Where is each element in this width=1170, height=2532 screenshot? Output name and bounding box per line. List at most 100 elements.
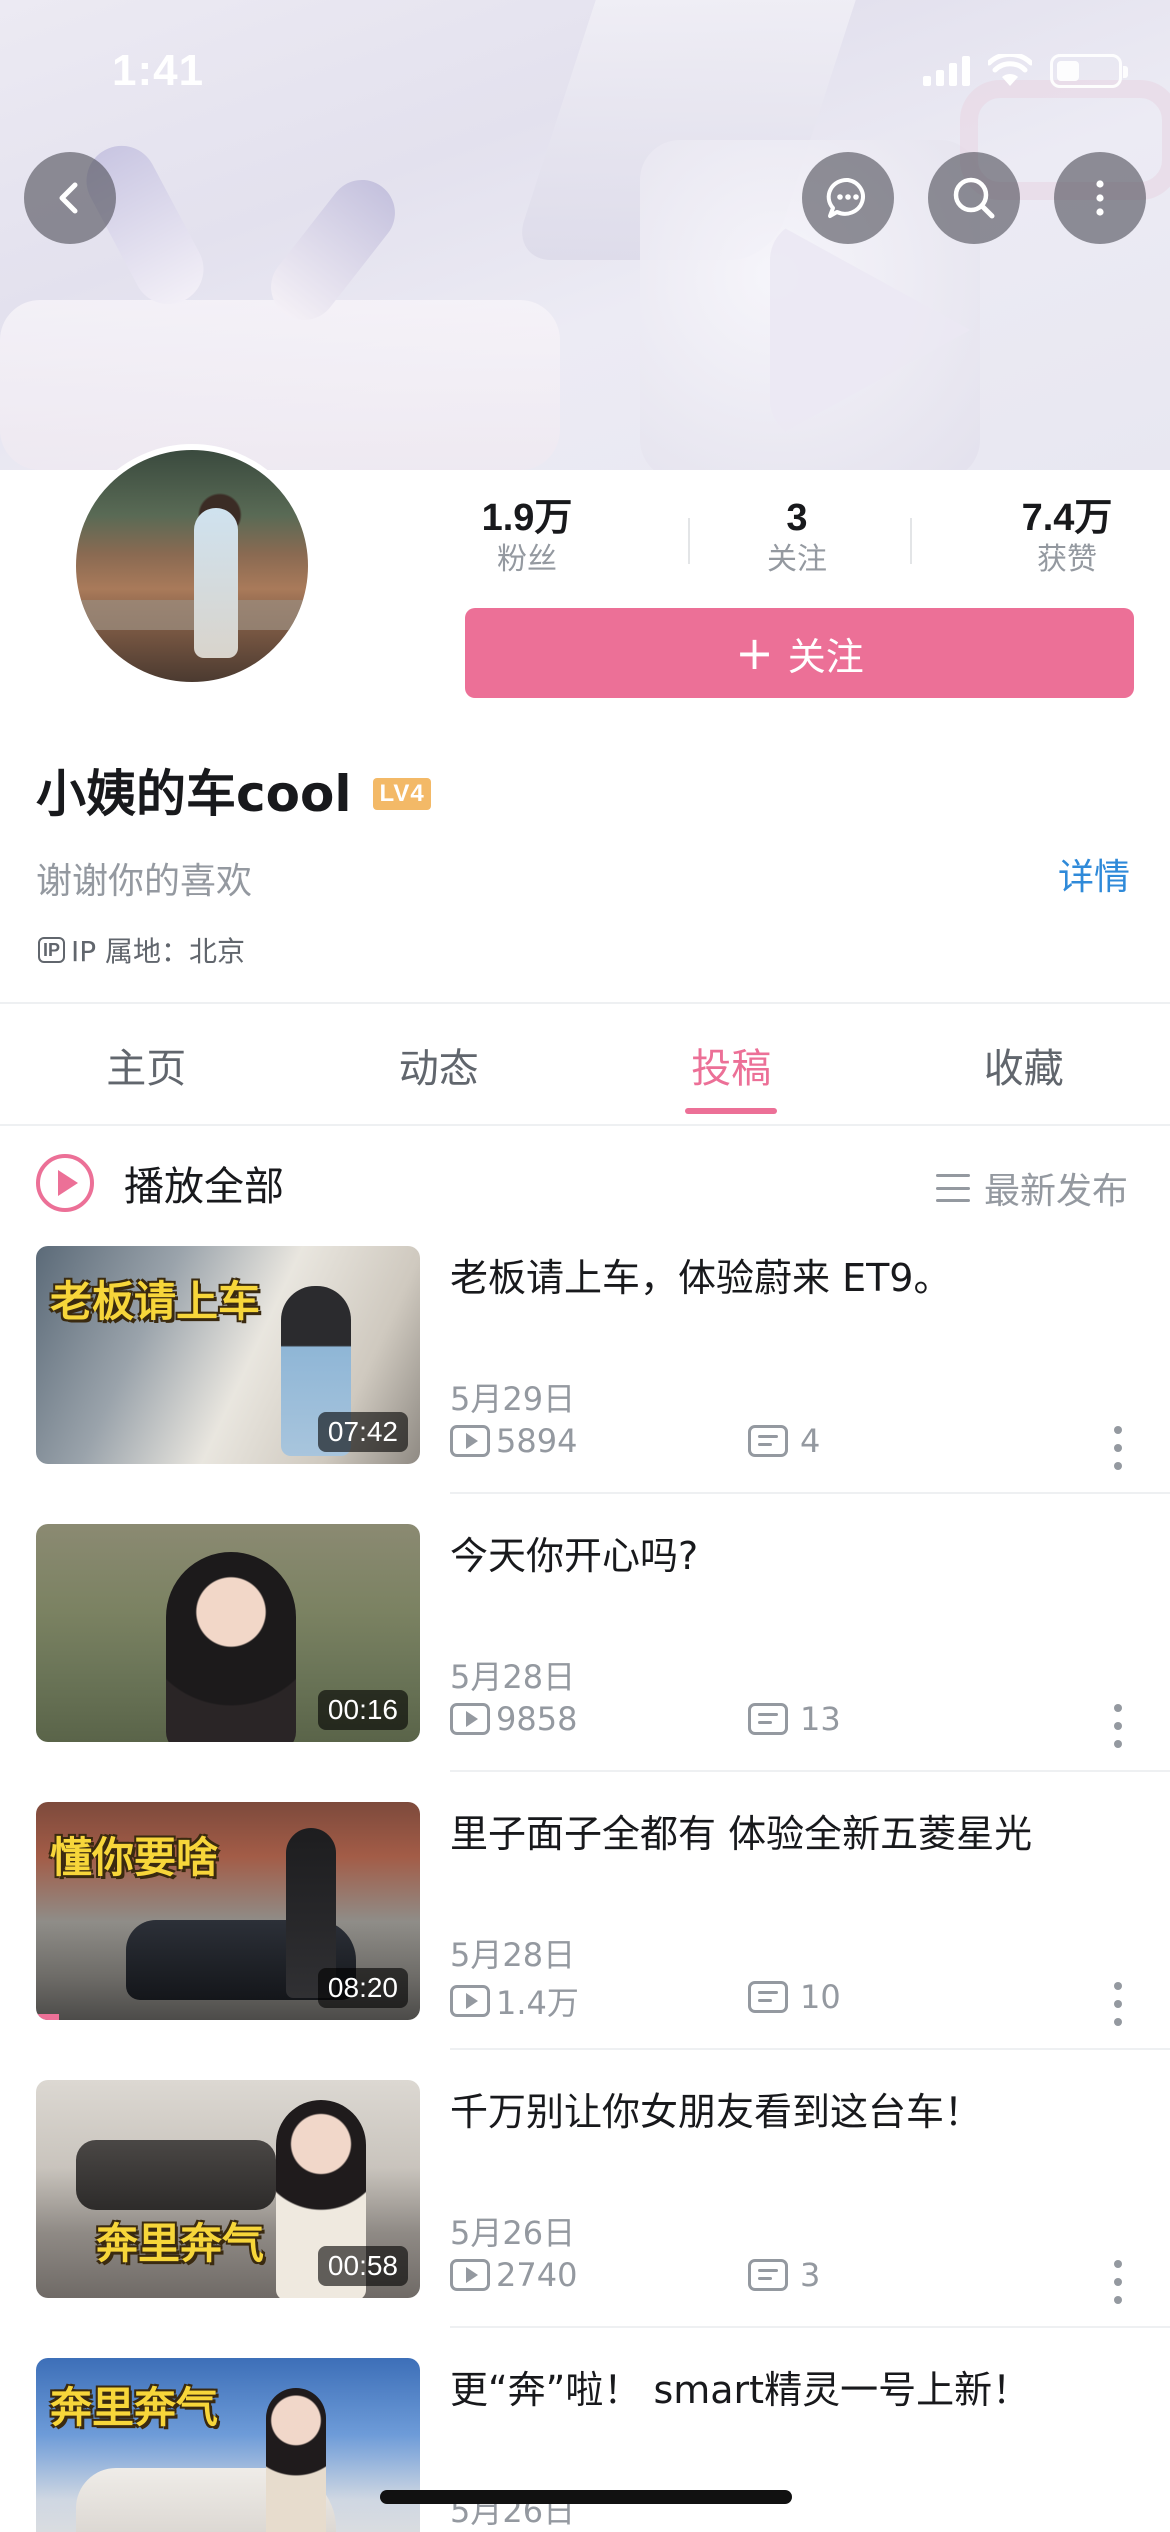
video-date: 5月29日: [450, 1380, 576, 1418]
profile-tabs: 主页 动态 投稿 收藏: [0, 1006, 1170, 1124]
sort-button[interactable]: 最新发布: [935, 1162, 1128, 1214]
following-stat[interactable]: 3 关注: [732, 496, 862, 580]
banner-decoration: [770, 220, 970, 440]
more-button[interactable]: [1054, 152, 1146, 244]
comment-icon: [748, 1703, 788, 1735]
video-thumbnail[interactable]: 奔里奔气 00:58: [36, 2080, 420, 2298]
plus-icon: +: [735, 626, 774, 680]
play-count: 5894: [450, 1422, 577, 1460]
video-title[interactable]: 老板请上车，体验蔚来 ET9。: [450, 1252, 1140, 1304]
comment-count: 10: [748, 1978, 841, 2016]
comment-icon: [748, 1425, 788, 1457]
likes-count: 7.4万: [1021, 497, 1113, 539]
video-item[interactable]: 老板请上车 07:42 老板请上车，体验蔚来 ET9。 5月29日 5894 4: [0, 1246, 1170, 1524]
play-count-value: 2740: [496, 2256, 578, 2294]
search-icon: [953, 177, 995, 219]
video-item[interactable]: 奔里奔气 00:58 千万别让你女朋友看到这台车！ 5月26日 2740 3: [0, 2080, 1170, 2358]
video-thumbnail[interactable]: 懂你要啥 08:20: [36, 1802, 420, 2020]
divider: [0, 1002, 1170, 1004]
avatar[interactable]: [70, 444, 314, 688]
video-item[interactable]: 奔里奔气 更“奔”啦！ smart精灵一号上新！ 5月26日: [0, 2358, 1170, 2532]
video-more-icon[interactable]: [1112, 1982, 1124, 2026]
comment-count-value: 4: [800, 1422, 821, 1460]
tab-favorites[interactable]: 收藏: [878, 1006, 1170, 1124]
video-duration: 00:58: [317, 2246, 408, 2286]
comment-icon: [748, 1981, 788, 2013]
video-thumbnail[interactable]: 老板请上车 07:42: [36, 1246, 420, 1464]
search-button[interactable]: [928, 152, 1020, 244]
followers-count: 1.9万: [481, 497, 573, 539]
play-count-icon: [450, 1985, 490, 2017]
video-title[interactable]: 里子面子全都有 体验全新五菱星光: [450, 1808, 1140, 1860]
play-count: 9858: [450, 1700, 577, 1738]
video-date: 5月28日: [450, 1658, 576, 1696]
signature: 谢谢你的喜欢: [36, 861, 253, 902]
play-count-icon: [450, 1425, 490, 1457]
video-title[interactable]: 更“奔”啦！ smart精灵一号上新！: [450, 2364, 1140, 2416]
video-item[interactable]: 00:16 今天你开心吗? 5月28日 9858 13: [0, 1524, 1170, 1802]
battery-icon: [1050, 54, 1128, 88]
tab-dynamics[interactable]: 动态: [293, 1006, 586, 1124]
play-count: 1.4万: [450, 1978, 579, 2024]
play-count-value: 5894: [496, 1422, 578, 1460]
play-count-icon: [450, 1703, 490, 1735]
video-title[interactable]: 今天你开心吗?: [450, 1530, 1140, 1582]
divider: [450, 1492, 1170, 1494]
thumbnail-caption: 奔里奔气: [96, 2219, 265, 2268]
play-all-button[interactable]: 播放全部: [36, 1154, 284, 1212]
video-duration: 00:16: [317, 1690, 408, 1730]
play-count-value: 9858: [496, 1700, 578, 1738]
play-count: 2740: [450, 2256, 577, 2294]
play-all-label: 播放全部: [124, 1164, 284, 1210]
chat-bubble-icon: [826, 177, 865, 218]
following-count: 3: [786, 497, 808, 539]
ip-location-text: IP 属地：北京: [71, 935, 246, 968]
play-count-icon: [450, 2259, 490, 2291]
likes-stat[interactable]: 7.4万 获赞: [1002, 496, 1132, 580]
username-row: 小姨的车cool LV4: [36, 754, 431, 826]
play-circle-icon: [36, 1154, 94, 1212]
cellular-signal-icon: [923, 56, 970, 86]
vertical-dots-icon: [1096, 180, 1104, 216]
banner-decoration: [0, 300, 560, 470]
follow-button-label: 关注: [787, 634, 864, 679]
video-more-icon[interactable]: [1112, 2260, 1124, 2304]
thumbnail-caption: 老板请上车: [50, 1277, 261, 1326]
ip-icon: IP: [38, 937, 66, 963]
followers-stat[interactable]: 1.9万 粉丝: [462, 496, 592, 580]
stat-divider: [910, 518, 912, 564]
video-duration: 07:42: [317, 1412, 408, 1452]
follow-button[interactable]: + 关注: [465, 608, 1134, 698]
back-button[interactable]: [24, 152, 116, 244]
ip-location: IP IP 属地：北京: [38, 930, 245, 970]
video-more-icon[interactable]: [1112, 1704, 1124, 1748]
divider: [450, 1770, 1170, 1772]
sort-label: 最新发布: [983, 1171, 1128, 1212]
following-label: 关注: [767, 542, 827, 577]
status-time: 1:41: [112, 46, 205, 95]
tab-home[interactable]: 主页: [0, 1006, 293, 1124]
comment-count: 13: [748, 1700, 841, 1738]
video-thumbnail[interactable]: 奔里奔气: [36, 2358, 420, 2532]
profile-banner: 1:41: [0, 0, 1170, 470]
comment-count: 3: [748, 2256, 820, 2294]
play-count-value: 1.4万: [496, 1984, 579, 2022]
comment-count-value: 10: [800, 1978, 841, 2016]
username: 小姨的车cool: [36, 765, 352, 823]
watch-progress: [36, 2014, 60, 2020]
detail-link[interactable]: 详情: [1058, 848, 1130, 900]
tab-submissions[interactable]: 投稿: [585, 1006, 878, 1124]
video-item[interactable]: 懂你要啥 08:20 里子面子全都有 体验全新五菱星光 5月28日 1.4万 1…: [0, 1802, 1170, 2080]
video-more-icon[interactable]: [1112, 1426, 1124, 1470]
chevron-left-icon: [59, 182, 78, 214]
video-thumbnail[interactable]: 00:16: [36, 1524, 420, 1742]
video-title[interactable]: 千万别让你女朋友看到这台车！: [450, 2086, 1140, 2138]
comment-count-value: 3: [800, 2256, 821, 2294]
home-indicator[interactable]: [380, 2490, 792, 2504]
divider: [450, 2326, 1170, 2328]
status-icons: [923, 54, 1128, 88]
level-badge: LV4: [373, 778, 431, 810]
stat-divider: [688, 518, 690, 564]
comment-count: 4: [748, 1422, 820, 1460]
message-button[interactable]: [802, 152, 894, 244]
